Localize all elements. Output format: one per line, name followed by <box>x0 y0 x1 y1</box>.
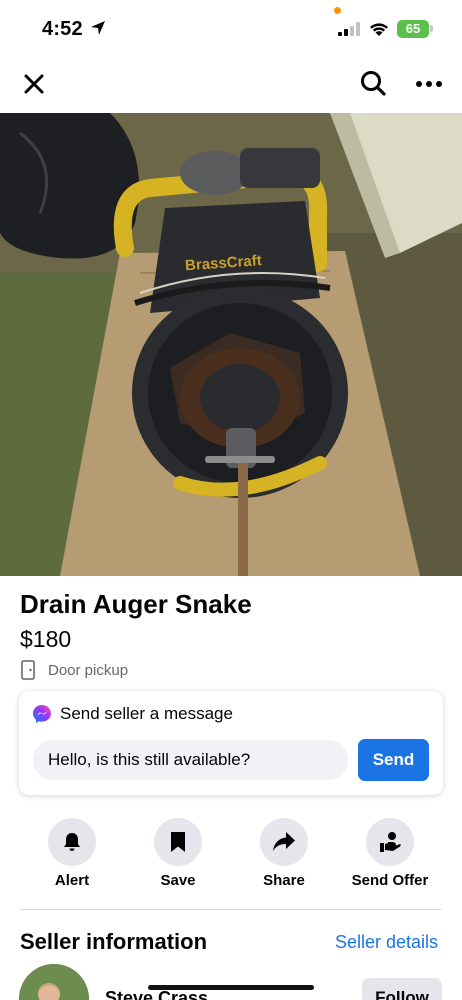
listing-photo[interactable]: BrassCraft <box>0 113 462 576</box>
status-bar: 4:52 65 <box>0 0 462 58</box>
share-button[interactable]: Share <box>234 818 334 889</box>
message-card: Send seller a message Send <box>19 691 443 795</box>
alert-label: Alert <box>54 872 90 889</box>
privacy-indicator-dot <box>334 7 341 14</box>
message-header: Send seller a message <box>32 704 233 724</box>
door-icon <box>21 660 35 680</box>
bell-icon <box>64 833 80 851</box>
send-offer-label: Send Offer <box>351 872 429 889</box>
cellular-signal-icon <box>338 22 360 36</box>
search-icon[interactable] <box>358 68 388 98</box>
follow-button[interactable]: Follow <box>362 978 442 1000</box>
bookmark-icon <box>171 832 185 852</box>
listing-photo-image: BrassCraft <box>0 113 462 576</box>
messenger-icon <box>33 705 51 723</box>
section-divider <box>20 909 442 910</box>
pickup-info: Door pickup <box>20 660 128 680</box>
seller-details-link[interactable]: Seller details <box>335 932 438 953</box>
message-input[interactable] <box>33 740 348 780</box>
save-button-circle[interactable] <box>154 818 202 866</box>
battery-cap <box>430 25 433 32</box>
alert-button[interactable]: Alert <box>22 818 122 889</box>
alert-button-circle[interactable] <box>48 818 96 866</box>
seller-avatar[interactable] <box>19 964 89 1000</box>
send-offer-button-circle[interactable] <box>366 818 414 866</box>
home-indicator <box>148 985 314 990</box>
send-offer-button[interactable]: Send Offer <box>340 818 440 889</box>
save-label: Save <box>160 872 196 889</box>
share-button-circle[interactable] <box>260 818 308 866</box>
close-icon[interactable] <box>20 70 48 98</box>
share-label: Share <box>263 872 305 889</box>
seller-avatar-image <box>19 964 89 1000</box>
battery-level: 65 <box>397 20 429 38</box>
save-button[interactable]: Save <box>128 818 228 889</box>
pickup-text: Door pickup <box>48 661 129 679</box>
more-horizontal-icon[interactable] <box>414 70 444 98</box>
listing-price: $180 <box>20 626 72 652</box>
location-arrow-icon <box>91 21 105 35</box>
send-button[interactable]: Send <box>358 739 429 781</box>
status-time: 4:52 <box>42 18 83 40</box>
listing-title: Drain Auger Snake <box>20 589 252 619</box>
action-bar: Alert Save Share Send Offer <box>0 818 462 898</box>
top-nav <box>0 58 462 110</box>
wifi-icon <box>370 23 388 36</box>
share-arrow-icon <box>273 832 295 851</box>
message-heading: Send seller a message <box>60 704 233 723</box>
offer-icon <box>380 832 401 852</box>
seller-info-heading: Seller information <box>20 929 208 954</box>
